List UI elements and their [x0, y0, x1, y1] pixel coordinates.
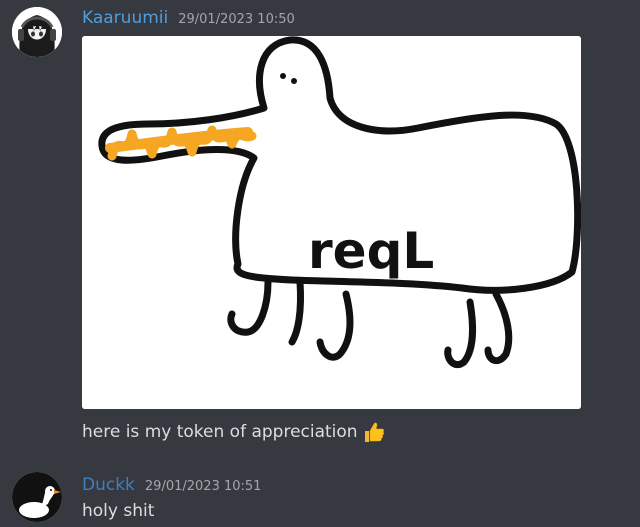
- chat-messages: Kaaruumii 29/01/2023 10:50 reqL here is …: [0, 0, 640, 527]
- message-content: here is my token of appreciation: [82, 420, 386, 444]
- duck-avatar-icon: [12, 472, 62, 522]
- message-header: Duckk 29/01/2023 10:51: [82, 475, 261, 495]
- username[interactable]: Duckk: [82, 475, 135, 495]
- thumbs-up-emoji[interactable]: [362, 420, 386, 444]
- anime-girl-avatar-icon: [12, 7, 62, 57]
- timestamp: 29/01/2023 10:51: [144, 479, 262, 494]
- message-item: Duckk 29/01/2023 10:51 holy shit: [0, 462, 640, 527]
- username[interactable]: Kaaruumii: [82, 8, 168, 28]
- image-attachment[interactable]: reqL: [82, 36, 581, 409]
- avatar[interactable]: [12, 472, 62, 522]
- message-text: holy shit: [82, 501, 155, 521]
- message-item: Kaaruumii 29/01/2023 10:50 reqL here is …: [0, 0, 640, 460]
- timestamp: 29/01/2023 10:50: [178, 12, 295, 27]
- message-content: holy shit: [82, 501, 154, 521]
- message-header: Kaaruumii 29/01/2023 10:50: [82, 8, 295, 28]
- avatar[interactable]: [12, 7, 62, 57]
- thumbs-up-icon: [364, 422, 384, 442]
- message-text: here is my token of appreciation: [82, 422, 358, 442]
- duck-drawing-image: reqL: [82, 36, 581, 409]
- drawing-text: reqL: [308, 222, 434, 280]
